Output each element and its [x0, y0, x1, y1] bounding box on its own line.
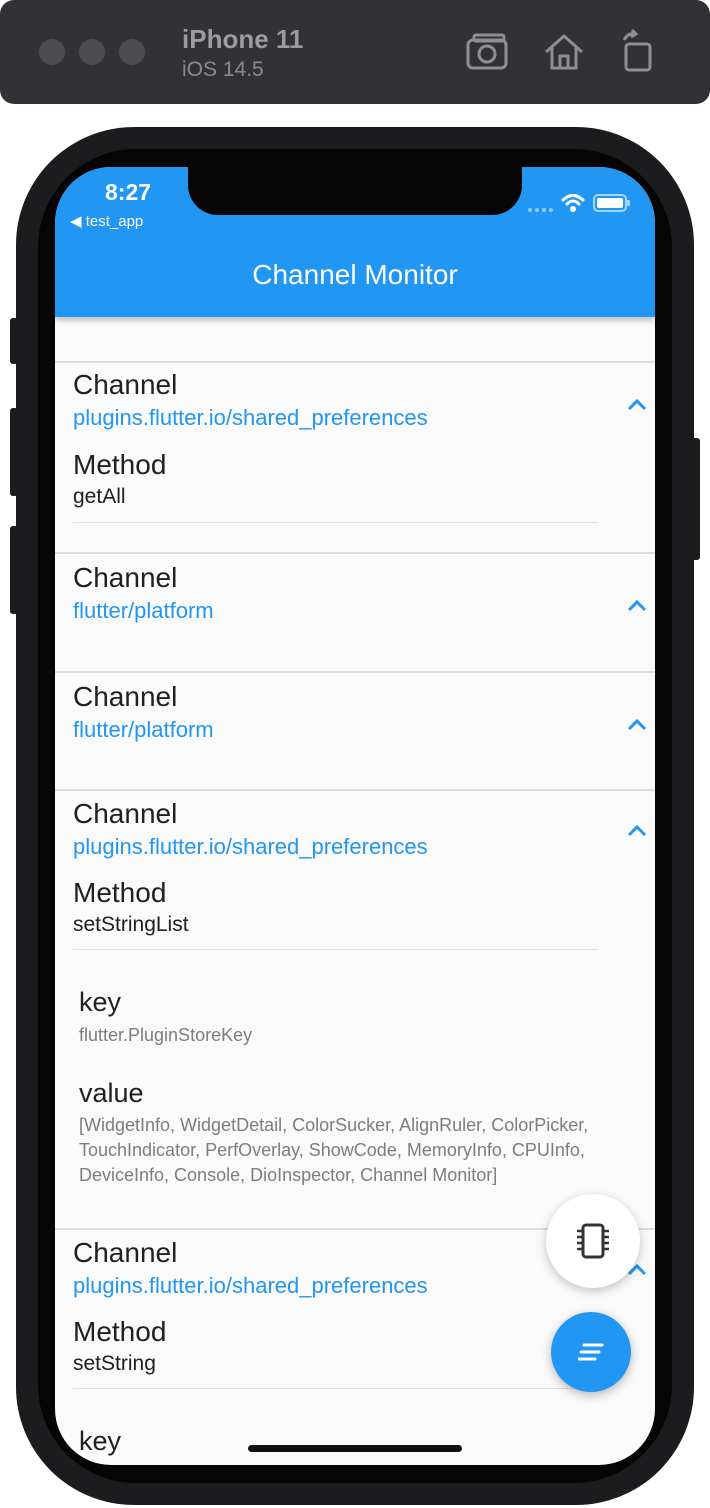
chevron-up-icon[interactable]: [625, 823, 649, 839]
method-label: Method: [73, 449, 167, 480]
home-icon[interactable]: [540, 28, 588, 76]
chevron-up-icon[interactable]: [625, 717, 649, 733]
minimize-window-button[interactable]: [79, 39, 105, 65]
notch: [188, 167, 522, 215]
sort-fab-button[interactable]: [551, 1312, 631, 1392]
channel-label: Channel: [73, 1237, 178, 1268]
channel-entry[interactable]: Channel flutter/platform: [55, 673, 655, 789]
sort-lines-icon: [578, 1343, 604, 1361]
arg-key-label: key: [79, 987, 122, 1017]
inner-divider: [73, 1388, 598, 1389]
dokit-toggle-button[interactable]: [546, 1194, 640, 1288]
close-window-button[interactable]: [39, 39, 65, 65]
chevron-up-icon[interactable]: [625, 397, 649, 413]
screenshot-icon[interactable]: [464, 28, 512, 76]
battery-icon: [593, 194, 630, 212]
method-label: Method: [73, 877, 167, 908]
method-name: setStringList: [73, 913, 189, 936]
home-indicator[interactable]: [248, 1445, 462, 1452]
arg-value: flutter.PluginStoreKey: [79, 1025, 253, 1045]
channel-name: plugins.flutter.io/shared_preferences: [73, 1273, 428, 1298]
channel-entry[interactable]: Channel plugins.flutter.io/shared_prefer…: [55, 363, 655, 552]
os-version: iOS 14.5: [182, 58, 264, 81]
channel-label: Channel: [73, 681, 178, 712]
channel-name: plugins.flutter.io/shared_preferences: [73, 834, 428, 859]
inner-divider: [73, 949, 598, 950]
page-title: Channel Monitor: [252, 259, 458, 290]
status-time: 8:27: [105, 179, 152, 205]
channel-list: Channel plugins.flutter.io/shared_prefer…: [55, 317, 655, 1465]
channel-entry[interactable]: Channel flutter/platform: [55, 554, 655, 671]
inner-divider: [73, 522, 598, 523]
arg-key-label: key: [79, 1426, 122, 1456]
channel-label: Channel: [73, 798, 178, 829]
method-label: Method: [73, 1316, 167, 1347]
channel-name: flutter/platform: [73, 598, 214, 623]
chip-icon: [577, 1223, 609, 1259]
channel-name: flutter/platform: [73, 717, 214, 742]
rotate-icon[interactable]: [614, 28, 662, 76]
wifi-icon: [561, 194, 585, 212]
back-to-app-link[interactable]: ◀ test_app: [70, 212, 143, 230]
method-name: getAll: [73, 485, 126, 508]
channel-label: Channel: [73, 369, 178, 400]
zoom-window-button[interactable]: [119, 39, 145, 65]
method-name: setString: [73, 1352, 156, 1375]
channel-name: plugins.flutter.io/shared_preferences: [73, 405, 428, 430]
device-name: iPhone 11: [182, 24, 304, 54]
chevron-up-icon[interactable]: [625, 598, 649, 614]
simulator-title-bar: iPhone 11 iOS 14.5: [0, 0, 710, 104]
arg-value: [WidgetInfo, WidgetDetail, ColorSucker, …: [79, 1115, 589, 1185]
channel-entry[interactable]: Channel plugins.flutter.io/shared_prefer…: [55, 791, 655, 1228]
signal-icon: [528, 208, 553, 212]
channel-label: Channel: [73, 562, 178, 593]
arg-key-label: value: [79, 1078, 144, 1108]
